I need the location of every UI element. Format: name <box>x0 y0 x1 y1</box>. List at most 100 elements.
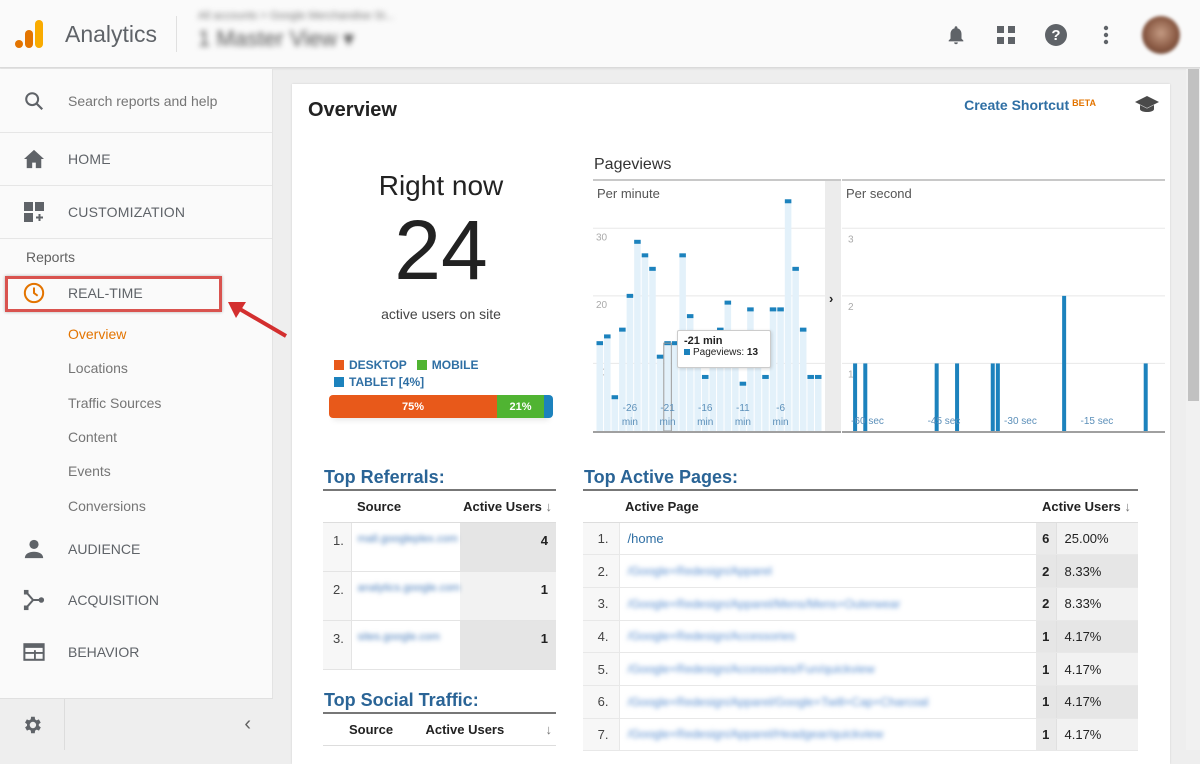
row-index: 7. <box>583 718 620 752</box>
bar-cap <box>784 199 792 204</box>
sidebar-item-audience[interactable]: AUDIENCE <box>0 523 272 575</box>
active-users-percent: 4.17% <box>1056 620 1138 654</box>
sidebar-item-customization[interactable]: CUSTOMIZATION <box>0 186 272 239</box>
sidebar-item-acquisition[interactable]: ACQUISITION <box>0 574 272 626</box>
sidebar-subitem-traffic-sources[interactable]: Traffic Sources <box>0 386 272 420</box>
active-users-value: 1 <box>1036 652 1057 686</box>
home-icon <box>0 149 68 169</box>
sidebar-subitem-events[interactable]: Events <box>0 454 272 488</box>
bar-cap <box>807 374 814 379</box>
row-index: 5. <box>583 652 620 686</box>
x-tick-unit: min <box>735 417 751 428</box>
page-title: Overview <box>308 99 397 121</box>
bar-cap <box>641 253 649 258</box>
sidebar-subitem-conversions[interactable]: Conversions <box>0 488 272 522</box>
top-referrals-title: Top Referrals: <box>324 467 445 487</box>
referral-source-link[interactable]: mall.googleplex.com <box>351 522 461 572</box>
help-icon[interactable]: ? <box>1042 21 1070 49</box>
bell-icon[interactable] <box>942 21 970 49</box>
table-row: 3./Google+Redesign/Apparel/Mens/Mens+Out… <box>583 587 1138 621</box>
index-header <box>323 490 351 523</box>
table-row: 7./Google+Redesign/Apparel/Headgear/quic… <box>583 718 1138 752</box>
y-tick-label: 2 <box>848 302 854 313</box>
sidebar-subitem-content[interactable]: Content <box>0 420 272 454</box>
active-page-link[interactable]: /Google+Redesign/Apparel/Google+Twill+Ca… <box>619 685 1036 719</box>
bar <box>814 376 822 431</box>
active-page-link[interactable]: /Google+Redesign/Apparel <box>619 554 1036 588</box>
y-tick-label: 30 <box>596 232 608 243</box>
apps-grid-icon[interactable] <box>992 21 1020 49</box>
x-tick-unit: min <box>773 417 789 428</box>
create-shortcut-link[interactable]: Create Shortcut BETA <box>964 97 1096 113</box>
active-users-percent: 8.33% <box>1056 587 1138 621</box>
device-segment-desktop: 75% <box>329 395 497 418</box>
active-page-link[interactable]: /Google+Redesign/Apparel/Headgear/quickv… <box>619 718 1036 752</box>
x-tick-label: -16 <box>698 403 713 414</box>
row-index: 3. <box>583 587 620 621</box>
annotation-arrow-icon <box>228 302 288 338</box>
collapse-sidebar-button[interactable]: ‹ <box>65 699 273 750</box>
search-icon <box>0 90 68 112</box>
x-tick-label: -21 <box>660 403 675 414</box>
sidebar-footer: ‹ <box>0 698 273 750</box>
avatar[interactable] <box>1142 16 1180 54</box>
sort-down-icon[interactable]: ↓ <box>540 713 556 746</box>
sidebar-subitem-locations[interactable]: Locations <box>0 351 272 385</box>
table-row: 1./home 6 25.00% <box>583 522 1138 556</box>
tooltip-title: -21 min <box>684 335 723 347</box>
pageviews-per-minute-chart: Per minute 102030-26min-21min-16min-11mi… <box>593 179 825 433</box>
expand-chart-button[interactable]: › <box>825 179 841 433</box>
active-users-value: 1 <box>1036 620 1057 654</box>
legend-tablet: TABLET [4%] <box>334 375 424 389</box>
analytics-logo-icon[interactable] <box>14 18 46 50</box>
x-tick-label: -15 sec <box>1081 416 1114 427</box>
graduation-cap-icon[interactable] <box>1134 94 1160 114</box>
active-page-link[interactable]: /Google+Redesign/Accessories/Fun/quickvi… <box>619 652 1036 686</box>
tooltip-row: Pageviews: 13 <box>684 347 764 358</box>
active-page-link[interactable]: /Google+Redesign/Accessories <box>619 620 1036 654</box>
admin-gear-icon[interactable] <box>0 699 65 750</box>
sidebar-item-behavior[interactable]: BEHAVIOR <box>0 626 272 678</box>
right-now-panel: Right now 24 active users on site <box>330 170 552 322</box>
referral-source-link[interactable]: sites.google.com <box>351 620 461 670</box>
per-minute-svg: 102030-26min-21min-16min-11min-6min <box>593 199 825 432</box>
x-tick-label: -11 <box>736 403 750 414</box>
active-page-link[interactable]: /home <box>619 522 1036 556</box>
bar-cap <box>649 266 656 271</box>
sidebar-item-home[interactable]: HOME <box>0 133 272 186</box>
svg-text:?: ? <box>1051 27 1060 44</box>
index-header <box>583 490 619 523</box>
bar-cap <box>762 374 769 379</box>
per-second-svg: 123-60 sec -45 sec -30 sec -15 sec <box>842 227 1165 431</box>
account-selector[interactable]: All accounts > Google Merchandise St... … <box>198 10 394 52</box>
source-header[interactable]: Source <box>323 713 426 746</box>
sort-down-icon: ↓ <box>1124 498 1131 514</box>
active-page-header[interactable]: Active Page <box>619 490 1036 523</box>
bar-cap <box>656 354 664 359</box>
referral-source-link[interactable]: analytics.google.com <box>351 571 461 621</box>
top-referrals-table: Source Active Users ↓ 1. mall.googleplex… <box>323 489 556 670</box>
bar <box>784 201 792 431</box>
more-vert-icon[interactable] <box>1092 21 1120 49</box>
source-header[interactable]: Source <box>351 490 461 523</box>
x-tick-unit: min <box>622 417 638 428</box>
sort-down-icon: ↓ <box>545 498 553 514</box>
search-reports-input[interactable]: Search reports and help <box>0 69 272 133</box>
overview-card: Overview Create Shortcut BETA Right now 2… <box>292 84 1170 764</box>
sidebar-item-label: AUDIENCE <box>68 540 141 557</box>
behavior-icon <box>0 642 68 662</box>
page-scrollbar[interactable] <box>1186 69 1200 750</box>
bar-cap <box>799 327 807 332</box>
bar-cap <box>604 334 611 339</box>
bar <box>995 363 1000 431</box>
bar <box>807 376 814 431</box>
active-users-percent: 25.00% <box>1056 522 1138 556</box>
sidebar-item-label: CUSTOMIZATION <box>68 204 186 220</box>
active-users-header[interactable]: Active Users ↓ <box>1036 490 1138 523</box>
device-share-bar: 75% 21% <box>329 395 553 418</box>
bar <box>649 268 656 431</box>
active-users-header[interactable]: Active Users ↓ <box>460 490 556 523</box>
active-users-header[interactable]: Active Users <box>425 713 541 746</box>
scrollbar-thumb[interactable] <box>1188 69 1199 401</box>
active-page-link[interactable]: /Google+Redesign/Apparel/Mens/Mens+Outer… <box>619 587 1036 621</box>
